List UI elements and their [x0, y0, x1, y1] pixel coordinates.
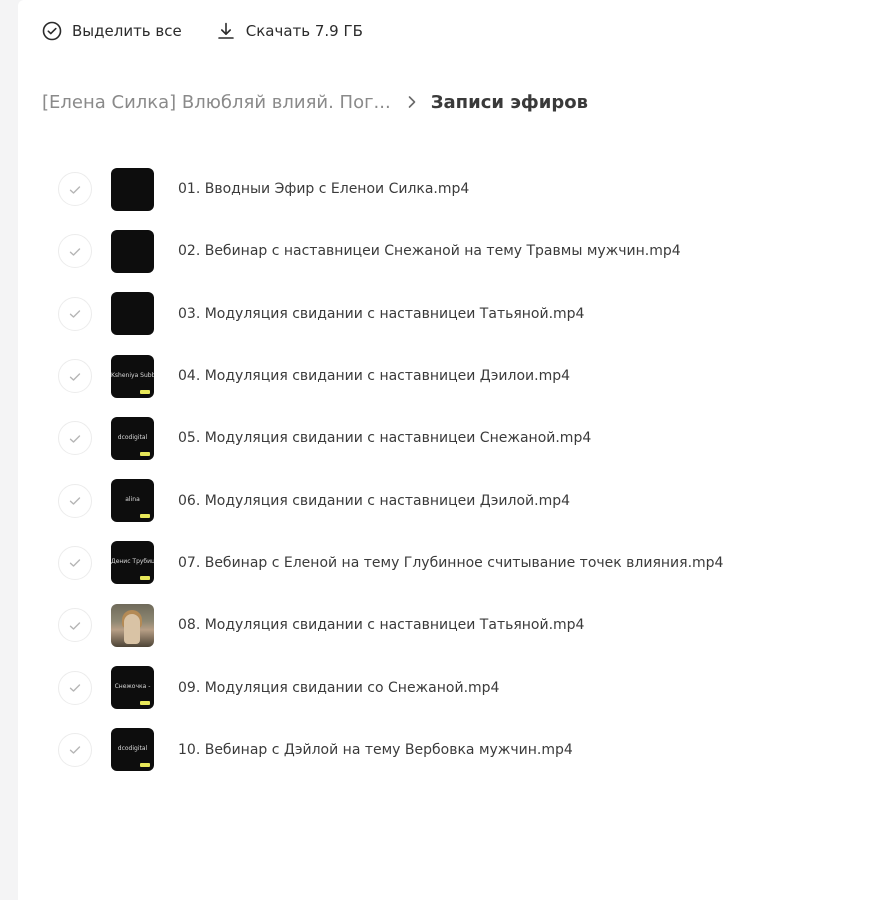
chevron-right-icon [407, 95, 417, 109]
breadcrumb-current-folder: Записи эфиров [430, 91, 589, 113]
check-icon [69, 367, 81, 386]
thumbnail-badge [140, 514, 150, 519]
select-all-label: Выделить все [72, 22, 182, 40]
row-checkbox[interactable] [58, 732, 92, 767]
file-name[interactable]: 06. Модуляция свидании с наставницеи Дэи… [178, 493, 570, 509]
file-row[interactable]: dcodigital 10. Вебинар с Дэйлой на тему … [58, 719, 858, 781]
download-button[interactable]: Скачать 7.9 ГБ [216, 21, 363, 41]
file-row[interactable]: 08. Модуляция свидании с наставницеи Тат… [58, 594, 858, 656]
toolbar: Выделить все Скачать 7.9 ГБ [42, 18, 397, 44]
row-checkbox[interactable] [58, 670, 92, 705]
file-row[interactable]: 01. Вводныи Эфир с Еленои Силка.mp4 [58, 158, 858, 220]
file-row[interactable]: Денис Трубицын 07. Вебинар с Еленой на т… [58, 532, 858, 594]
breadcrumb-parent-folder[interactable]: [Елена Силка] Влюбляй влияй. Пог... [42, 92, 391, 113]
row-checkbox[interactable] [58, 234, 92, 269]
video-thumbnail: Денис Трубицын [111, 541, 154, 585]
check-icon [69, 180, 81, 199]
file-name[interactable]: 09. Модуляция свидании со Снежаной.mp4 [178, 680, 499, 696]
video-thumbnail: dcodigital [111, 416, 154, 460]
file-row[interactable]: dcodigital 05. Модуляция свидании с наст… [58, 407, 858, 469]
thumbnail-caption: dcodigital [117, 745, 148, 753]
check-icon [69, 429, 81, 448]
check-icon [69, 553, 81, 572]
file-name[interactable]: 01. Вводныи Эфир с Еленои Силка.mp4 [178, 181, 469, 197]
file-row[interactable]: 02. Вебинар с наставницеи Снежаной на те… [58, 220, 858, 282]
thumbnail-caption: Денис Трубицын [111, 558, 154, 566]
check-icon [69, 678, 81, 697]
row-checkbox[interactable] [58, 172, 92, 207]
file-name[interactable]: 05. Модуляция свидании с наставницеи Сне… [178, 430, 591, 446]
select-all-button[interactable]: Выделить все [42, 21, 182, 41]
check-icon [69, 491, 81, 510]
file-name[interactable]: 04. Модуляция свидании с наставницеи Дэи… [178, 368, 570, 384]
file-name[interactable]: 02. Вебинар с наставницеи Снежаной на те… [178, 243, 681, 259]
file-name[interactable]: 10. Вебинар с Дэйлой на тему Вербовка му… [178, 742, 573, 758]
thumbnail-badge [140, 763, 150, 768]
video-thumbnail [111, 229, 154, 273]
thumbnail-person [124, 613, 140, 644]
check-icon [69, 304, 81, 323]
thumbnail-badge [140, 389, 150, 394]
file-list: 01. Вводныи Эфир с Еленои Силка.mp4 02. … [58, 158, 858, 781]
thumbnail-caption: alina [125, 496, 140, 504]
main-panel: Выделить все Скачать 7.9 ГБ [Елена Силка… [18, 0, 886, 900]
download-icon [216, 21, 236, 41]
row-checkbox[interactable] [58, 421, 92, 456]
check-icon [69, 616, 81, 635]
check-circle-icon [42, 21, 62, 41]
thumbnail-caption: dcodigital [117, 433, 148, 441]
thumbnail-caption: Ksheniya Subbot [111, 371, 154, 379]
video-thumbnail [111, 292, 154, 336]
download-label: Скачать 7.9 ГБ [245, 22, 363, 40]
thumbnail-badge [140, 451, 150, 456]
file-name[interactable]: 08. Модуляция свидании с наставницеи Тат… [178, 617, 584, 633]
row-checkbox[interactable] [58, 545, 92, 580]
breadcrumb: [Елена Силка] Влюбляй влияй. Пог... Запи… [42, 88, 588, 116]
video-thumbnail: alina [111, 479, 154, 523]
file-row[interactable]: Снежочка - 09. Модуляция свидании со Сне… [58, 656, 858, 718]
row-checkbox[interactable] [58, 296, 92, 331]
video-thumbnail [111, 603, 154, 647]
row-checkbox[interactable] [58, 359, 92, 394]
file-name[interactable]: 07. Вебинар с Еленой на тему Глубинное с… [178, 555, 723, 571]
video-thumbnail: dcodigital [111, 728, 154, 772]
check-icon [69, 740, 81, 759]
thumbnail-badge [140, 576, 150, 581]
file-row[interactable]: alina 06. Модуляция свидании с наставниц… [58, 469, 858, 531]
file-row[interactable]: 03. Модуляция свидании с наставницеи Тат… [58, 283, 858, 345]
file-row[interactable]: Ksheniya Subbot 04. Модуляция свидании с… [58, 345, 858, 407]
video-thumbnail: Снежочка - [111, 666, 154, 710]
check-icon [69, 242, 81, 261]
thumbnail-caption: Снежочка - [114, 683, 151, 691]
row-checkbox[interactable] [58, 608, 92, 643]
thumbnail-badge [140, 701, 150, 706]
file-name[interactable]: 03. Модуляция свидании с наставницеи Тат… [178, 306, 584, 322]
video-thumbnail [111, 167, 154, 211]
video-thumbnail: Ksheniya Subbot [111, 354, 154, 398]
row-checkbox[interactable] [58, 483, 92, 518]
